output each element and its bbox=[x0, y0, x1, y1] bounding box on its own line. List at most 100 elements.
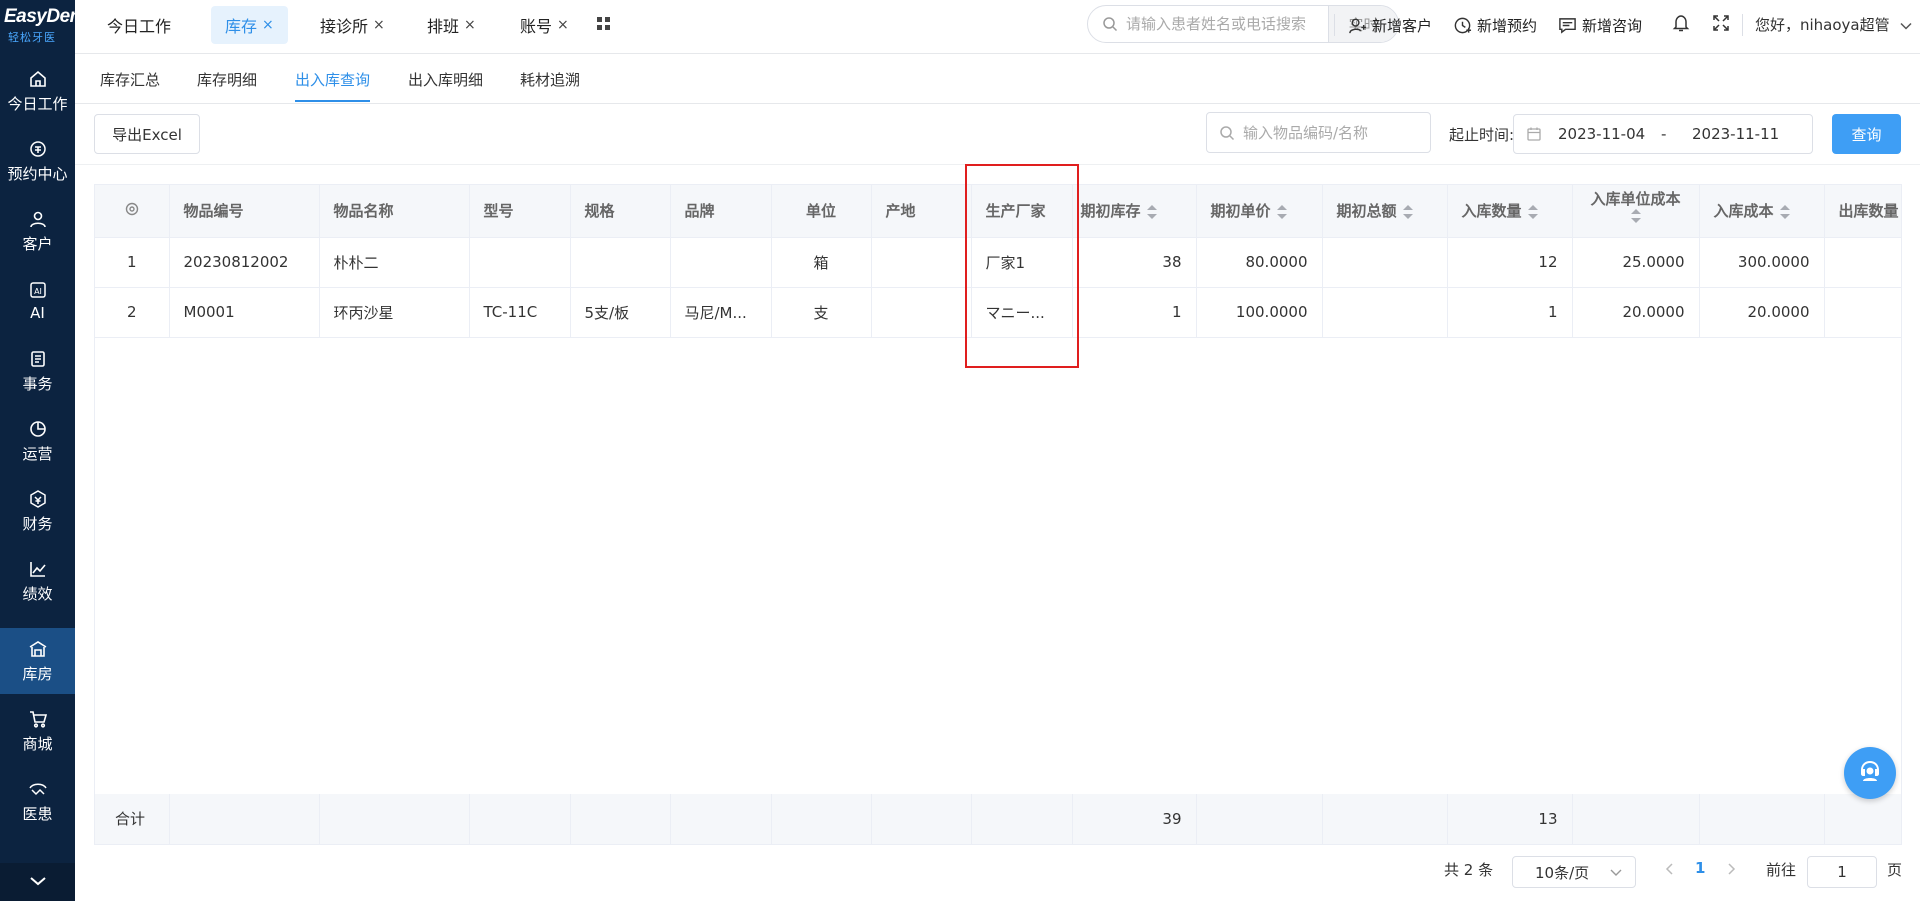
cell-open-price: 80.0000 bbox=[1196, 237, 1323, 288]
home-icon bbox=[28, 69, 48, 89]
sidebar-item-doctor-patient[interactable]: 医患 bbox=[0, 768, 75, 834]
header-open-total[interactable]: 期初总额 bbox=[1322, 185, 1448, 238]
sort-icon[interactable] bbox=[1630, 208, 1641, 223]
subtab-io-detail[interactable]: 出入库明细 bbox=[408, 69, 483, 100]
cell-open-total bbox=[1322, 287, 1448, 338]
sidebar-item-operations[interactable]: 运营 bbox=[0, 408, 75, 474]
tab-inventory[interactable]: 库存 × bbox=[211, 6, 288, 44]
sidebar-item-finance[interactable]: 财务 bbox=[0, 478, 75, 544]
tab-label: 账号 bbox=[520, 17, 553, 36]
sidebar-item-ai[interactable]: AI AI bbox=[0, 268, 75, 334]
cell-spec: 5支/板 bbox=[570, 287, 671, 338]
date-start[interactable]: 2023-11-04 bbox=[1558, 125, 1645, 143]
item-search bbox=[1206, 112, 1431, 153]
customer-support-button[interactable] bbox=[1844, 747, 1896, 799]
sidebar-item-performance[interactable]: 绩效 bbox=[0, 548, 75, 614]
cell-open-qty: 38 bbox=[1072, 237, 1197, 288]
header-open-qty[interactable]: 期初库存 bbox=[1072, 185, 1197, 238]
sidebar-item-label: 商城 bbox=[22, 734, 53, 753]
divider bbox=[1742, 14, 1743, 36]
tab-clinic[interactable]: 接诊所 × bbox=[306, 6, 399, 44]
calendar-icon bbox=[1526, 126, 1542, 142]
greeting-text: 您好，nihaoya超管 bbox=[1755, 16, 1890, 34]
subtab-inventory-detail[interactable]: 库存明细 bbox=[197, 69, 257, 100]
close-icon[interactable]: × bbox=[557, 17, 569, 33]
next-page-icon[interactable] bbox=[1725, 862, 1737, 880]
tab-schedule[interactable]: 排班 × bbox=[413, 6, 490, 44]
fullscreen-icon[interactable] bbox=[1711, 13, 1731, 33]
date-end[interactable]: 2023-11-11 bbox=[1692, 125, 1779, 143]
tab-label: 库存 bbox=[225, 17, 258, 36]
page-size-select[interactable]: 10条/页 bbox=[1512, 856, 1636, 888]
subtab-consumable-trace[interactable]: 耗材追溯 bbox=[520, 69, 580, 100]
sidebar-item-mall[interactable]: 商城 bbox=[0, 698, 75, 764]
svg-text:AI: AI bbox=[34, 287, 42, 296]
logo-subtext: 轻松牙医 bbox=[8, 31, 56, 44]
table-row[interactable]: 1 20230812002 朴朴二 箱 厂家1 38 80.0000 12 25… bbox=[95, 237, 1901, 288]
sort-icon[interactable] bbox=[1779, 204, 1790, 219]
item-search-input[interactable] bbox=[1243, 123, 1423, 142]
apps-grid-icon[interactable] bbox=[595, 15, 613, 33]
new-appointment-button[interactable]: 新增预约 bbox=[1453, 12, 1537, 38]
header-open-price[interactable]: 期初单价 bbox=[1196, 185, 1323, 238]
subtab-inventory-summary[interactable]: 库存汇总 bbox=[100, 69, 160, 100]
cell-origin bbox=[871, 237, 972, 288]
new-consult-label: 新增咨询 bbox=[1582, 16, 1643, 35]
search-icon bbox=[1102, 16, 1118, 32]
cell-in-qty: 1 bbox=[1447, 287, 1573, 338]
header-in-unit-cost[interactable]: 入库单位成本 bbox=[1572, 185, 1700, 238]
header-label: 期初总额 bbox=[1336, 202, 1397, 221]
bell-icon[interactable] bbox=[1671, 13, 1691, 33]
table-row[interactable]: 2 M0001 环丙沙星 TC-11C 5支/板 马尼/M... 支 マニー..… bbox=[95, 287, 1901, 338]
new-customer-button[interactable]: 新增客户 bbox=[1348, 12, 1432, 38]
summary-cell bbox=[1699, 794, 1825, 844]
sort-icon[interactable] bbox=[1402, 204, 1413, 219]
tab-account[interactable]: 账号 × bbox=[506, 6, 583, 44]
patient-search-input[interactable] bbox=[1126, 15, 1326, 33]
subtab-io-query[interactable]: 出入库查询 bbox=[295, 69, 371, 102]
column-settings-header[interactable] bbox=[95, 185, 170, 238]
header-label: 入库数量 bbox=[1461, 202, 1522, 221]
query-button[interactable]: 查询 bbox=[1832, 114, 1901, 154]
cell-in-unit-cost: 20.0000 bbox=[1572, 287, 1700, 338]
close-icon[interactable]: × bbox=[373, 17, 385, 33]
sidebar-item-label: 财务 bbox=[22, 514, 53, 533]
cell-name: 环丙沙星 bbox=[319, 287, 470, 338]
sidebar-item-customers[interactable]: 客户 bbox=[0, 198, 75, 264]
cell-brand bbox=[670, 237, 772, 288]
sort-icon[interactable] bbox=[1276, 204, 1287, 219]
cell-origin bbox=[871, 287, 972, 338]
sort-icon[interactable] bbox=[1146, 204, 1157, 219]
prev-page-icon[interactable] bbox=[1664, 862, 1676, 880]
goto-page-input[interactable] bbox=[1807, 856, 1877, 888]
sidebar-item-tasks[interactable]: 事务 bbox=[0, 338, 75, 404]
sidebar-item-label: 医患 bbox=[22, 804, 53, 823]
summary-out-qty: 0 bbox=[1824, 794, 1901, 844]
sidebar-item-warehouse[interactable]: 库房 bbox=[0, 628, 75, 694]
user-icon bbox=[28, 209, 48, 229]
sort-icon[interactable] bbox=[1527, 204, 1538, 219]
user-menu[interactable]: 您好，nihaoya超管 bbox=[1755, 14, 1912, 35]
cell-out-qty: 0 bbox=[1824, 237, 1901, 288]
close-icon[interactable]: × bbox=[464, 17, 476, 33]
sidebar-expand-button[interactable] bbox=[0, 863, 75, 901]
header-in-qty[interactable]: 入库数量 bbox=[1447, 185, 1573, 238]
close-icon[interactable]: × bbox=[262, 17, 274, 33]
header-in-cost[interactable]: 入库成本 bbox=[1699, 185, 1825, 238]
divider bbox=[1334, 14, 1335, 36]
add-appointment-icon bbox=[1454, 17, 1472, 33]
summary-cell bbox=[1196, 794, 1323, 844]
cell-out-qty: 0 bbox=[1824, 287, 1901, 338]
page-number-current[interactable]: 1 bbox=[1695, 859, 1705, 877]
sidebar-item-today[interactable]: 今日工作 bbox=[0, 58, 75, 124]
tab-today[interactable]: 今日工作 bbox=[93, 6, 185, 44]
cell-open-total bbox=[1322, 237, 1448, 288]
sidebar-item-appointments[interactable]: 预约中心 bbox=[0, 128, 75, 194]
summary-cell bbox=[469, 794, 571, 844]
goto-label: 前往 bbox=[1766, 861, 1797, 879]
date-range-picker[interactable]: 2023-11-04 - 2023-11-11 bbox=[1513, 114, 1813, 154]
sidebar: EasyDent 轻松牙医 今日工作 预约中心 客户 AI AI 事务 运营 财… bbox=[0, 0, 87, 901]
new-consult-button[interactable]: 新增咨询 bbox=[1558, 12, 1642, 38]
cell-maker: マニー... bbox=[971, 287, 1073, 338]
export-excel-button[interactable]: 导出Excel bbox=[94, 114, 200, 154]
